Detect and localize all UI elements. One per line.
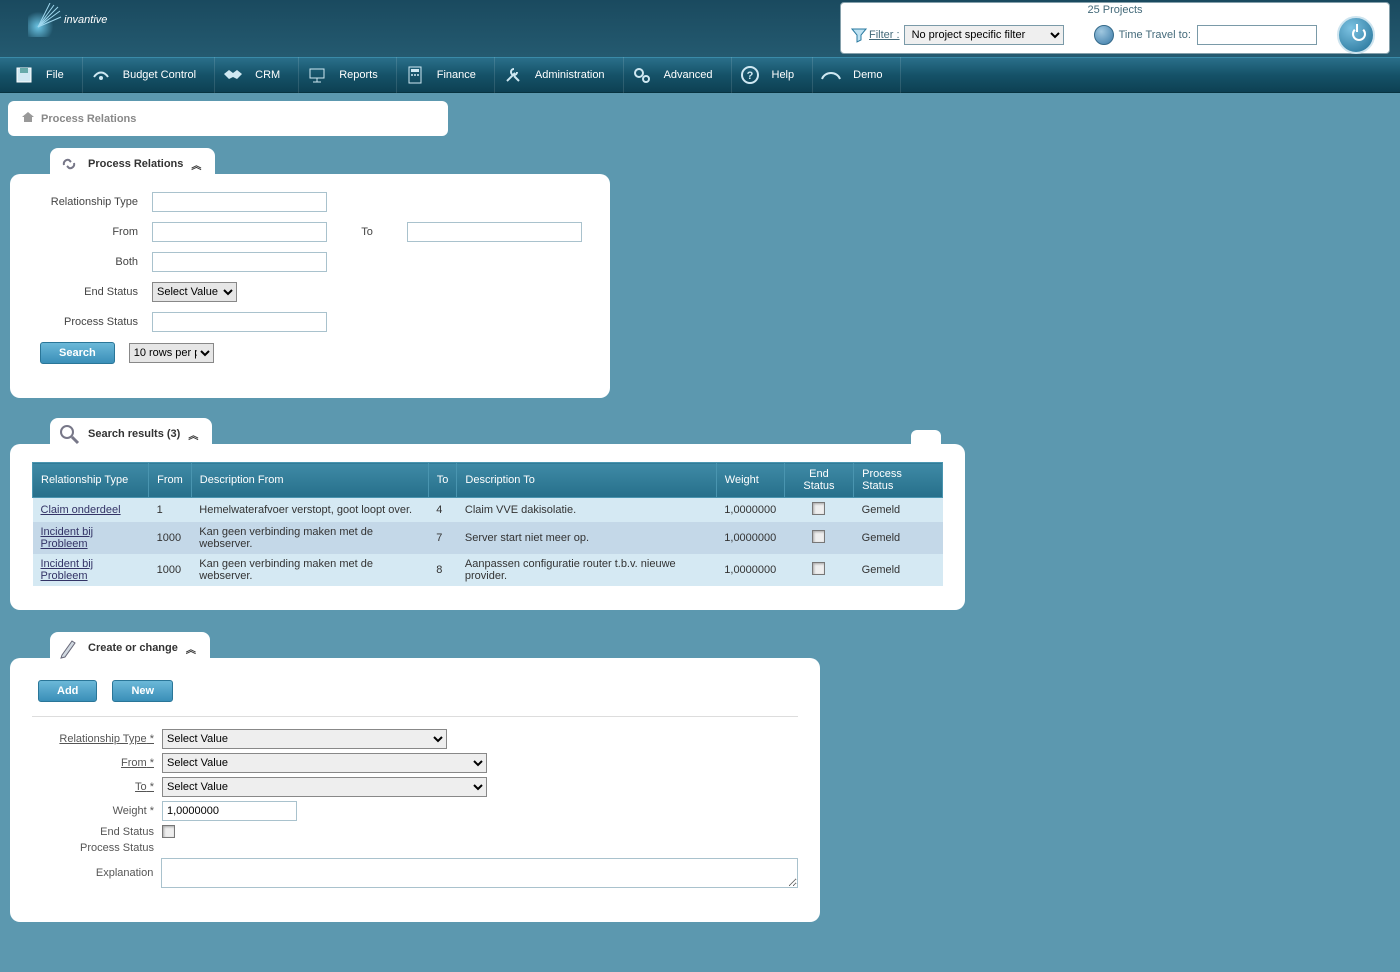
add-button[interactable]: Add	[38, 680, 97, 702]
demo-icon	[819, 63, 843, 87]
c-label-rel-type: Relationship Type	[32, 733, 162, 745]
menu-demo[interactable]: Demo	[813, 57, 901, 93]
menu-crm[interactable]: CRM	[215, 57, 299, 93]
c-select-to[interactable]: Select Value	[162, 777, 487, 797]
c-input-weight[interactable]	[162, 801, 297, 821]
menu-help[interactable]: ?Help	[732, 57, 814, 93]
table-row[interactable]: Incident bij Probleem1000Kan geen verbin…	[33, 554, 943, 586]
home-icon[interactable]	[22, 111, 35, 126]
menu-budget-control[interactable]: Budget Control	[83, 57, 215, 93]
project-filter-bar: 25 Projects Filter : No project specific…	[840, 2, 1390, 54]
col-to[interactable]: To	[428, 463, 457, 498]
logo: invantive	[28, 3, 107, 37]
end-status-check[interactable]	[812, 502, 825, 515]
results-table: Relationship Type From Description From …	[32, 462, 943, 586]
input-rel-type[interactable]	[152, 192, 327, 212]
rel-link[interactable]: Incident bij Probleem	[41, 526, 94, 550]
rel-link[interactable]: Incident bij Probleem	[41, 558, 94, 582]
end-status-check[interactable]	[812, 562, 825, 575]
c-label-process-status: Process Status	[32, 842, 162, 854]
funnel-icon	[849, 25, 869, 45]
label-from: From	[32, 226, 152, 238]
label-end-status: End Status	[32, 286, 152, 298]
table-row[interactable]: Incident bij Probleem1000Kan geen verbin…	[33, 522, 943, 554]
logo-burst-icon	[28, 3, 62, 37]
help-icon: ?	[738, 63, 762, 87]
collapse-icon[interactable]: ︽	[186, 641, 196, 656]
link-icon	[58, 153, 80, 175]
label-to: To	[327, 226, 407, 238]
rows-per-page-select[interactable]: 10 rows per page	[129, 343, 214, 363]
time-travel-input[interactable]	[1197, 25, 1317, 45]
col-weight[interactable]: Weight	[716, 463, 784, 498]
rel-link[interactable]: Claim onderdeel	[41, 504, 121, 516]
budget-icon	[89, 63, 113, 87]
label-rel-type: Relationship Type	[32, 196, 152, 208]
power-button[interactable]	[1337, 16, 1375, 54]
c-label-weight: Weight	[32, 805, 162, 817]
col-end-status[interactable]: End Status	[784, 463, 853, 498]
create-panel: Create or change ︽ Add New Relationship …	[10, 658, 820, 922]
pencil-icon	[58, 637, 80, 659]
input-both[interactable]	[152, 252, 327, 272]
calculator-icon	[403, 63, 427, 87]
globe-icon	[1094, 25, 1114, 45]
results-nub	[911, 430, 941, 444]
filter-select[interactable]: No project specific filter	[904, 25, 1064, 45]
label-process-status: Process Status	[32, 316, 152, 328]
label-both: Both	[32, 256, 152, 268]
results-panel: Search results (3) ︽ Relationship Type F…	[10, 444, 965, 610]
col-proc-status[interactable]: Process Status	[854, 463, 943, 498]
collapse-icon[interactable]: ︽	[191, 157, 201, 172]
c-select-from[interactable]: Select Value	[162, 753, 487, 773]
search-button[interactable]: Search	[40, 342, 115, 364]
col-desc-from[interactable]: Description From	[191, 463, 428, 498]
time-travel-label: Time Travel to:	[1119, 29, 1191, 41]
search-panel: Process Relations ︽ Relationship Type Fr…	[10, 174, 610, 398]
breadcrumb-title: Process Relations	[41, 113, 136, 125]
end-status-check[interactable]	[812, 530, 825, 543]
menu-finance[interactable]: Finance	[397, 57, 495, 93]
c-label-explanation: Explanation	[32, 867, 161, 879]
col-rel[interactable]: Relationship Type	[33, 463, 149, 498]
input-process-status[interactable]	[152, 312, 327, 332]
tools-icon	[501, 63, 525, 87]
c-check-end-status[interactable]	[162, 825, 175, 838]
select-end-status[interactable]: Select Value	[152, 282, 237, 302]
results-panel-tab: Search results (3) ︽	[50, 418, 212, 450]
divider	[32, 716, 798, 717]
main-menu: File Budget Control CRM Reports Finance …	[0, 57, 1400, 93]
magnifier-icon	[58, 423, 80, 445]
col-desc-to[interactable]: Description To	[457, 463, 716, 498]
menu-administration[interactable]: Administration	[495, 57, 624, 93]
breadcrumb: Process Relations	[8, 101, 448, 136]
c-select-rel-type[interactable]: Select Value	[162, 729, 447, 749]
presentation-icon	[305, 63, 329, 87]
c-textarea-explanation[interactable]	[161, 858, 798, 888]
menu-reports[interactable]: Reports	[299, 57, 397, 93]
app-header: invantive 25 Projects Filter : No projec…	[0, 0, 1400, 57]
logo-text: invantive	[64, 14, 107, 26]
table-row[interactable]: Claim onderdeel1Hemelwaterafvoer verstop…	[33, 498, 943, 523]
menu-advanced[interactable]: Advanced	[624, 57, 732, 93]
search-panel-tab: Process Relations ︽	[50, 148, 215, 180]
col-from[interactable]: From	[149, 463, 192, 498]
c-label-from: From	[32, 757, 162, 769]
filter-label[interactable]: Filter :	[869, 29, 900, 41]
c-label-to: To	[32, 781, 162, 793]
gears-icon	[630, 63, 654, 87]
menu-file[interactable]: File	[6, 57, 83, 93]
disk-icon	[12, 63, 36, 87]
projects-count: 25 Projects	[841, 3, 1389, 16]
c-label-end-status: End Status	[32, 826, 162, 838]
new-button[interactable]: New	[112, 680, 173, 702]
collapse-icon[interactable]: ︽	[188, 427, 198, 442]
input-from[interactable]	[152, 222, 327, 242]
svg-text:?: ?	[746, 70, 753, 82]
handshake-icon	[221, 63, 245, 87]
input-to[interactable]	[407, 222, 582, 242]
create-panel-tab: Create or change ︽	[50, 632, 210, 664]
